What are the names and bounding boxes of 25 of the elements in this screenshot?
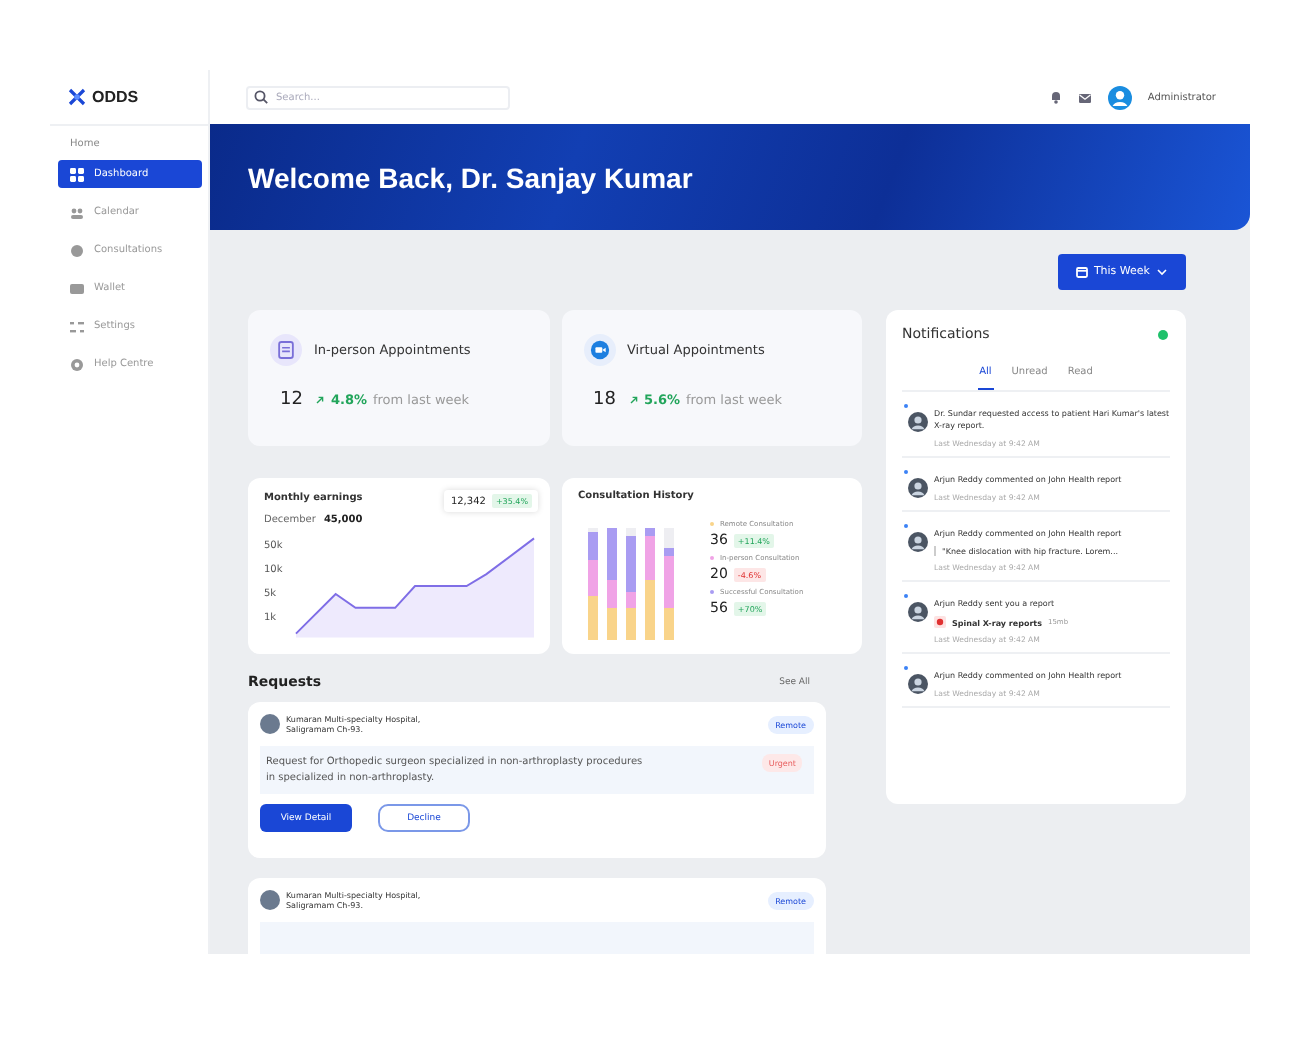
up-arrow-icon bbox=[316, 396, 325, 404]
avatar-icon bbox=[908, 478, 928, 498]
up-arrow-icon bbox=[629, 396, 638, 404]
count-value: 12 bbox=[280, 390, 303, 410]
avatar-icon bbox=[908, 412, 928, 432]
people-icon bbox=[70, 205, 84, 219]
caret-icon bbox=[1156, 268, 1168, 276]
photo-placeholder bbox=[260, 714, 280, 734]
avatar-icon bbox=[908, 602, 928, 622]
logo-icon bbox=[68, 88, 86, 106]
count-value: 18 bbox=[593, 390, 616, 410]
video-icon bbox=[583, 334, 615, 366]
calendar-icon bbox=[1075, 266, 1088, 278]
pdf-icon bbox=[934, 616, 946, 628]
avatar-icon bbox=[908, 674, 928, 694]
clipboard-icon bbox=[270, 334, 302, 366]
welcome-heading: Welcome Back, Dr. Sanjay Kumar bbox=[248, 161, 693, 193]
brand-name: ODDS bbox=[92, 88, 139, 106]
user-avatar-icon bbox=[1107, 85, 1132, 109]
mail-icon bbox=[1077, 91, 1092, 103]
help-icon bbox=[70, 357, 84, 371]
avatar-icon bbox=[908, 532, 928, 552]
bell-icon bbox=[1049, 90, 1062, 104]
photo-placeholder bbox=[260, 890, 280, 910]
grid-icon bbox=[70, 167, 84, 181]
